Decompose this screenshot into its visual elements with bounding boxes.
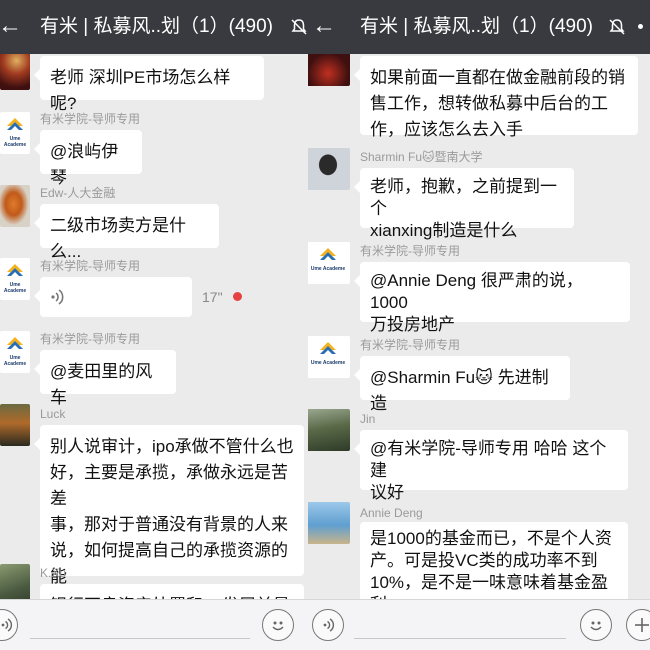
message-bubble[interactable]: 是1000的基金而已，不是个人资 产。可是投VC类的成功率不到 10%，是不是一…: [360, 522, 628, 600]
chat-title: 有米 | 私募风..划（1）(490): [40, 16, 273, 37]
avatar[interactable]: [308, 409, 350, 451]
message-line: 万投房地产: [370, 315, 455, 334]
message-line: xianxing制造是什么: [370, 221, 518, 240]
chat-window-right: ← 有米 | 私募风..划（1）(490) 如果前面一直都在做金融前段的销 售工…: [308, 0, 650, 650]
avatar[interactable]: [0, 185, 30, 227]
more-icon[interactable]: [638, 24, 643, 29]
avatar[interactable]: [308, 54, 350, 86]
avatar[interactable]: [0, 404, 30, 446]
ume-logo-icon: [7, 337, 23, 349]
message-line: 作，应该怎么去入手: [370, 120, 523, 139]
avatar[interactable]: Ume Academe: [0, 112, 30, 154]
mute-icon: [609, 19, 625, 35]
message-line: @有米学院-导师专用 哈哈 这个建: [370, 439, 607, 480]
message-bubble[interactable]: 如果前面一直都在做金融前段的销 售工作，想转做私募中后台的工 作，应该怎么去入手: [354, 56, 638, 139]
emoji-button[interactable]: [580, 609, 612, 641]
unread-dot: [233, 292, 242, 301]
more-actions-button[interactable]: [626, 609, 650, 641]
plus-icon: [635, 618, 649, 632]
message-list[interactable]: 老师 深圳PE市场怎么样呢? Ume Academe 有米学院-导师专用 @浪屿…: [0, 54, 324, 600]
sender-name: 有米学院-导师专用: [360, 244, 460, 258]
input-bar: [0, 599, 324, 650]
message-line: 产。可是投VC类的成功率不到: [370, 551, 598, 570]
logo-text: Ume Academe: [3, 355, 27, 367]
message-bubble[interactable]: @Annie Deng 很严肃的说，1000 万投房地产: [354, 262, 630, 334]
message-bubble[interactable]: @Sharmin Fu🐱 先进制造: [354, 356, 570, 413]
sender-name: 有米学院-导师专用: [40, 112, 140, 126]
avatar[interactable]: [308, 502, 350, 544]
avatar[interactable]: Ume Academe: [308, 336, 350, 378]
message-line: 议好: [370, 483, 404, 502]
sender-name: 有米学院-导师专用: [360, 338, 460, 352]
voice-toggle-button[interactable]: [312, 609, 344, 641]
ume-logo-icon: [320, 248, 336, 260]
back-arrow-icon[interactable]: ←: [0, 13, 22, 39]
message-line: 说，如何提高自己的承揽资源的能: [50, 541, 288, 586]
voice-duration: 17": [202, 289, 223, 305]
sender-name: Jin: [360, 412, 376, 426]
logo-text: Ume Academe: [310, 360, 346, 366]
message-line: 如果前面一直都在做金融前段的销: [370, 68, 625, 87]
avatar[interactable]: Ume Academe: [0, 331, 30, 373]
smiley-icon: [272, 621, 284, 631]
mute-icon: [291, 19, 307, 35]
voice-icon: [323, 618, 335, 632]
message-bubble[interactable]: 银行不良资产处置和pe发展前景: [40, 584, 304, 600]
voice-wave-icon: [51, 289, 64, 305]
text-input[interactable]: [30, 638, 250, 639]
avatar[interactable]: Ume Academe: [0, 258, 30, 300]
sender-name: 有米学院-导师专用: [40, 259, 140, 273]
message-line: 事，那对于普通没有背景的人来: [50, 515, 288, 534]
sender-name: Annie Deng: [360, 506, 423, 520]
message-bubble[interactable]: 别人说审计，ipo承做不管什么也 好，主要是承揽，承做永远是苦差 事，那对于普通…: [34, 425, 304, 600]
message-bubble[interactable]: 二级市场卖方是什么...: [34, 204, 219, 261]
avatar[interactable]: [0, 564, 30, 600]
voice-icon: [1, 618, 13, 632]
sender-name: Sharmin Fu🐱暨南大学: [360, 150, 483, 164]
ume-logo-icon: [7, 264, 23, 276]
message-bubble[interactable]: 老师，抱歉，之前提到一个 xianxing制造是什么: [354, 168, 574, 240]
sender-name: K.Xu: [40, 566, 67, 580]
message-list[interactable]: 如果前面一直都在做金融前段的销 售工作，想转做私募中后台的工 作，应该怎么去入手…: [308, 54, 650, 600]
chat-title: 有米 | 私募风..划（1）(490): [360, 16, 593, 37]
message-bubble[interactable]: @有米学院-导师专用 哈哈 这个建 议好: [354, 430, 628, 502]
message-line: 别人说审计，ipo承做不管什么也: [50, 437, 294, 456]
chat-header: ← 有米 | 私募风..划（1）(490): [308, 0, 650, 54]
text-input[interactable]: [354, 638, 566, 639]
message-bubble[interactable]: @浪屿伊琴: [34, 130, 142, 187]
input-bar: [308, 599, 650, 650]
logo-text: Ume Academe: [3, 136, 27, 148]
chat-window-left: ← 有米 | 私募风..划（1）(490) 老师 深圳PE市场怎么样呢? Ume…: [0, 0, 324, 650]
message-line: 是1000的基金而已，不是个人资: [370, 529, 612, 548]
message-line: 10%，是不是一味意味着基金盈利: [370, 573, 609, 600]
smiley-icon: [590, 621, 602, 631]
voice-message-bubble[interactable]: [34, 277, 192, 317]
chat-header: ← 有米 | 私募风..划（1）(490): [0, 0, 324, 54]
avatar[interactable]: [0, 54, 30, 90]
avatar[interactable]: [308, 148, 350, 190]
sender-name: 有米学院-导师专用: [40, 332, 140, 346]
sender-name: Edw-人大金融: [40, 186, 116, 200]
message-bubble[interactable]: @麦田里的风车: [34, 350, 176, 407]
sender-name: Luck: [40, 407, 66, 421]
logo-text: Ume Academe: [310, 266, 346, 272]
back-arrow-icon[interactable]: ←: [312, 13, 336, 39]
avatar[interactable]: Ume Academe: [308, 242, 350, 284]
message-line: 老师，抱歉，之前提到一个: [370, 177, 557, 218]
message-line: @Annie Deng 很严肃的说，1000: [370, 271, 583, 312]
logo-text: Ume Academe: [3, 282, 27, 294]
voice-toggle-button[interactable]: [0, 609, 18, 641]
message-bubble[interactable]: 老师 深圳PE市场怎么样呢?: [34, 56, 264, 113]
message-line: 售工作，想转做私募中后台的工: [370, 94, 608, 113]
emoji-button[interactable]: [262, 609, 294, 641]
ume-logo-icon: [320, 342, 336, 354]
message-line: 好，主要是承揽，承做永远是苦差: [50, 463, 288, 508]
ume-logo-icon: [7, 118, 23, 130]
